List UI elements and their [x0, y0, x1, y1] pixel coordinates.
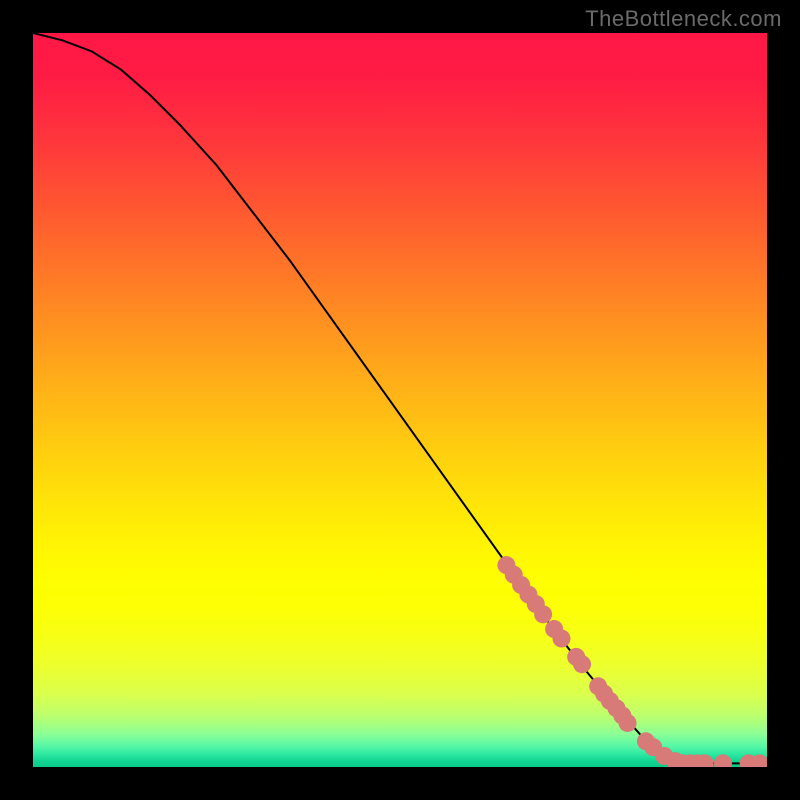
- data-marker: [619, 714, 637, 732]
- data-marker: [534, 605, 552, 623]
- plot-area: [33, 33, 767, 767]
- gradient-background: [33, 33, 767, 767]
- data-marker: [573, 655, 591, 673]
- watermark-text: TheBottleneck.com: [585, 6, 782, 32]
- chart-frame: TheBottleneck.com: [0, 0, 800, 800]
- chart-svg: [33, 33, 767, 767]
- data-marker: [552, 630, 570, 648]
